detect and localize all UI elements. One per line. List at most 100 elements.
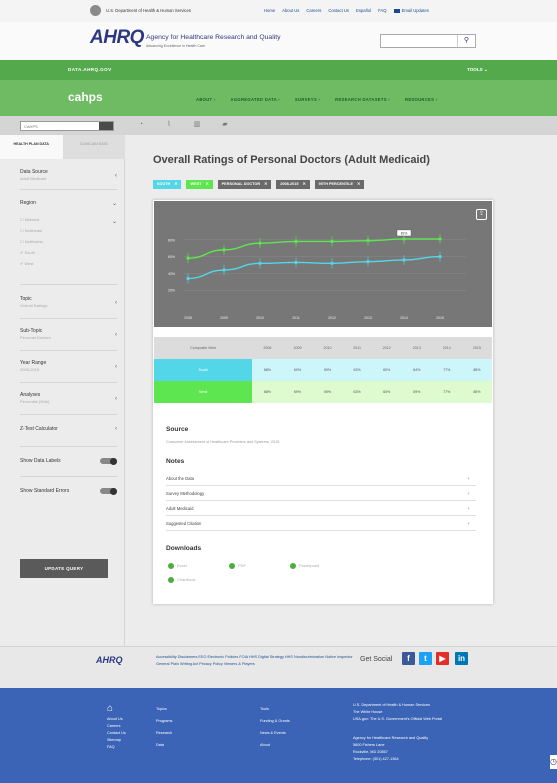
chevron-down-icon[interactable] (99, 122, 113, 130)
tag-personal-doctor[interactable]: PERSONAL DOCTOR ✕ (217, 180, 272, 189)
footer-link[interactable]: Topics (156, 706, 172, 713)
tag-west[interactable]: WEST ✕ (186, 180, 213, 189)
region-option-northwest[interactable]: ☐ Northwest (20, 239, 43, 244)
data-source-filter[interactable]: Data Source Adult Medicaid ‹ (20, 169, 117, 181)
region-option-west[interactable]: ✔ West (20, 261, 34, 266)
close-icon[interactable]: ✕ (174, 182, 177, 186)
ahrq-logo[interactable]: AHRQ (90, 27, 144, 49)
footer-address-line: Rockville, MD 20857 (353, 750, 388, 754)
tab-clinician-data[interactable]: CLINICIAN DATA (62, 135, 125, 159)
email-updates-link[interactable]: Email Updates (393, 8, 429, 13)
close-icon[interactable]: ✕ (357, 182, 360, 186)
pie-chart-icon[interactable]: ◔ (136, 121, 146, 129)
subtopic-filter[interactable]: Sub-Topic Personal Doctors ‹ (20, 328, 117, 340)
footer-link[interactable]: Data (156, 742, 172, 749)
table-cell: 60% (371, 381, 402, 403)
close-icon[interactable]: ✕ (264, 182, 267, 186)
footer-link[interactable]: News & Events (260, 730, 290, 737)
footer-link[interactable]: Careers (107, 723, 126, 730)
faq-link[interactable]: FAQ (378, 8, 386, 13)
hhs-link[interactable]: U.S. Department of Health & Human Servic… (106, 8, 191, 13)
cahps-logo[interactable]: cahps (68, 90, 103, 104)
hhs-eagle-icon (90, 5, 101, 16)
espanol-link[interactable]: Español (356, 8, 371, 13)
survey-select[interactable]: CAHPS (20, 121, 114, 131)
footer-link[interactable]: Tools (260, 706, 290, 713)
footer-link[interactable]: U.S. Department of Health & Human Servic… (353, 702, 442, 709)
careers-link[interactable]: Careers (306, 8, 321, 13)
data-point-west (402, 237, 406, 241)
plus-icon: + (467, 521, 470, 526)
mail-icon (393, 8, 400, 13)
nav-research-datasets[interactable]: RESEARCH DATASETS › (335, 97, 390, 102)
show-standard-errors-toggle[interactable] (100, 487, 117, 495)
search-icon[interactable]: ⚲ (457, 35, 475, 47)
region-filter[interactable]: Region ⌄ (20, 200, 117, 207)
footer-link[interactable]: Funding & Grants (260, 718, 290, 725)
tag-south[interactable]: SOUTH ✕ (153, 180, 182, 189)
note-adult-medicaid[interactable]: Adult Medicaid + (166, 502, 476, 516)
nav-resources[interactable]: RESOURCES › (405, 97, 437, 102)
download-excel[interactable]: Excel (168, 563, 187, 569)
youtube-icon[interactable]: ▶ (436, 652, 449, 665)
tools-menu[interactable]: TOOLS ⌄ (467, 67, 488, 73)
z-test-calculator[interactable]: Z-Test Calculator ‹ (20, 426, 117, 432)
footer-link[interactable]: Research (156, 730, 172, 737)
download-chartbook[interactable]: Chartbook (168, 577, 195, 583)
note-suggested-citation[interactable]: Suggested Citation + (166, 517, 476, 531)
close-icon[interactable]: ✕ (302, 182, 305, 186)
footer-link[interactable]: Sitemap (107, 737, 126, 744)
close-icon[interactable]: ✕ (205, 182, 208, 186)
home-link[interactable]: Home (264, 8, 275, 13)
series-line-south (187, 255, 441, 280)
footer-link[interactable]: USA.gov: The U.S. Government's Official … (353, 716, 442, 723)
year-range-filter[interactable]: Year Range 2008-2015 ‹ (20, 360, 117, 372)
chevron-down-icon[interactable]: ⌄ (112, 218, 117, 225)
note-about-the-data[interactable]: About the Data + (166, 472, 476, 486)
line-chart-icon[interactable]: ⌇ (164, 121, 174, 129)
search-input[interactable]: ⚲ (380, 34, 476, 48)
update-query-button[interactable]: UPDATE QUERY (20, 559, 108, 578)
tag-percentile[interactable]: 90TH PERCENTILE ✕ (314, 180, 365, 189)
region-option-midwest[interactable]: ☐ Midwest (20, 217, 39, 222)
export-icon[interactable]: ⇪ (476, 209, 487, 220)
series-line-west (187, 238, 440, 259)
topic-filter[interactable]: Topic Overall Ratings ‹ (20, 296, 117, 308)
analyses-filter[interactable]: Analyses Percentile (90th) ‹ (20, 392, 117, 404)
footer-link[interactable]: FAQ (107, 744, 126, 751)
home-icon[interactable]: ⌂ (107, 703, 113, 714)
facebook-icon[interactable]: f (402, 652, 415, 665)
twitter-icon[interactable]: t (419, 652, 432, 665)
table-cell: 68% (252, 359, 283, 381)
footer-link[interactable]: Programs (156, 718, 172, 725)
map-icon[interactable]: ▰ (220, 121, 230, 129)
footer-link[interactable]: About (260, 742, 290, 749)
note-label: Suggested Citation (166, 521, 202, 526)
bar-chart-icon[interactable]: ▥ (192, 121, 202, 129)
region-option-south[interactable]: ✔ South (20, 250, 35, 255)
linkedin-icon[interactable]: in (455, 652, 468, 665)
footer-link[interactable]: About Us (107, 716, 126, 723)
excel-icon (168, 563, 174, 569)
footer-ahrq-logo[interactable]: AHRQ (96, 655, 123, 665)
chevron-left-icon: ‹ (115, 332, 117, 338)
tag-year-range[interactable]: 2008-2015 ✕ (276, 180, 310, 189)
nav-about[interactable]: ABOUT › (196, 97, 216, 102)
footer-policy-links[interactable]: Accessibility Disclaimers EEO Electronic… (156, 654, 356, 668)
feedback-icon[interactable]: ◷ (550, 755, 557, 769)
nav-surveys[interactable]: SURVEYS › (295, 97, 320, 102)
region-option-label: South (24, 250, 35, 255)
note-label: Survey Methodology (166, 491, 205, 496)
download-pdf[interactable]: PDF (229, 563, 246, 569)
footer-link[interactable]: Contact Us (107, 730, 126, 737)
tab-health-plan-data[interactable]: HEALTH PLAN DATA (0, 135, 63, 159)
show-data-labels-toggle[interactable] (100, 457, 117, 465)
contact-link[interactable]: Contact Us (328, 8, 349, 13)
footer-link[interactable]: The White House (353, 709, 442, 716)
nav-aggregated-data[interactable]: AGGREGATED DATA › (231, 97, 280, 102)
data-ahrq-gov-link[interactable]: DATA.AHRQ.GOV (68, 67, 112, 72)
download-powerpoint[interactable]: Powerpoint (290, 563, 319, 569)
region-option-northeast[interactable]: ☐ Northeast (20, 228, 42, 233)
about-link[interactable]: About Us (282, 8, 299, 13)
note-survey-methodology[interactable]: Survey Methodology + (166, 487, 476, 501)
